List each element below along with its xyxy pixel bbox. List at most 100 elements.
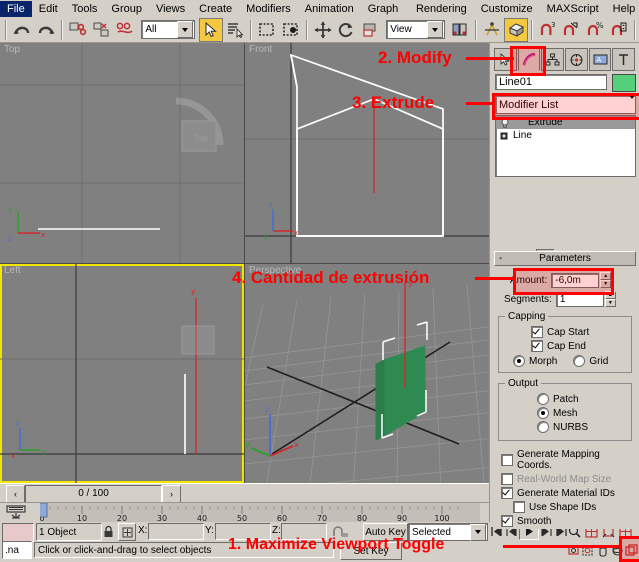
select-by-name-icon[interactable]	[223, 18, 247, 42]
svg-text:A: A	[596, 56, 601, 64]
select-and-scale-icon[interactable]	[358, 18, 382, 42]
patch-radio[interactable]	[537, 393, 549, 405]
stack-item-extrude[interactable]: Extrude	[496, 116, 635, 129]
use-shape-ids-row[interactable]: Use Shape IDs	[501, 501, 636, 513]
segments-spinner[interactable]: ▲ ▼	[605, 291, 616, 307]
undo-icon[interactable]	[10, 18, 34, 42]
cap-end-row[interactable]: Cap End	[505, 340, 625, 352]
menu-item-create[interactable]: Create	[192, 1, 239, 17]
modify-tab[interactable]	[518, 48, 541, 71]
viewport-left[interactable]: Left y z	[0, 264, 244, 483]
modifier-stack[interactable]: Extrude Line	[495, 115, 636, 177]
time-slider-next-button[interactable]: ›	[162, 485, 181, 503]
viewport-perspective[interactable]: Perspective	[245, 264, 489, 483]
main-toolbar: All	[0, 17, 639, 43]
percent-snap-toggle-icon[interactable]: %	[583, 18, 607, 42]
modifier-list-arrow[interactable]	[629, 99, 635, 111]
snaps-toggle-icon[interactable]: 3	[536, 18, 560, 42]
use-shape-ids-checkbox[interactable]	[513, 501, 525, 513]
amount-spinner[interactable]: ▲ ▼	[600, 272, 611, 288]
utilities-tab[interactable]	[612, 48, 635, 71]
transform-type-in-toggle-icon[interactable]	[118, 523, 136, 541]
object-color-swatch[interactable]	[612, 74, 636, 92]
patch-row[interactable]: Patch	[505, 393, 625, 405]
track-bar-open-mini-curve-editor-icon[interactable]	[4, 504, 28, 521]
morph-radio[interactable]	[513, 355, 525, 367]
generate-material-ids-checkbox[interactable]	[501, 487, 513, 499]
select-and-link-icon[interactable]	[66, 18, 90, 42]
menu-item-graph-editors[interactable]: Graph Editors	[361, 1, 409, 17]
menu-item-maxscript[interactable]: MAXScript	[540, 1, 606, 17]
named-selection-sets-icon[interactable]	[504, 18, 528, 42]
amount-input[interactable]: -6,0m	[551, 273, 599, 288]
menu-item-rendering[interactable]: Rendering	[409, 1, 474, 17]
segments-spinner-up[interactable]: ▲	[605, 291, 616, 299]
bind-to-space-warp-icon[interactable]	[114, 18, 138, 42]
segments-spinner-down[interactable]: ▼	[605, 299, 616, 307]
time-slider-prev-button[interactable]: ‹	[6, 485, 25, 503]
menu-item-help[interactable]: Help	[606, 1, 639, 17]
hierarchy-tab[interactable]	[541, 48, 564, 71]
select-and-move-icon[interactable]	[311, 18, 335, 42]
menu-item-edit[interactable]: Edit	[32, 1, 65, 17]
redo-icon[interactable]	[34, 18, 58, 42]
modifier-list-combo[interactable]: Modifier List	[495, 95, 636, 114]
amount-spinner-down[interactable]: ▼	[600, 280, 611, 288]
menu-item-modifiers[interactable]: Modifiers	[239, 1, 298, 17]
rectangular-selection-region-icon[interactable]	[255, 18, 279, 42]
menu-item-group[interactable]: Group	[104, 1, 149, 17]
align-icon[interactable]	[480, 18, 504, 42]
display-tab[interactable]: A	[589, 48, 612, 71]
use-pivot-point-center-icon[interactable]	[448, 18, 472, 42]
command-panel: A Line01 Modifier List	[489, 43, 639, 522]
cap-end-checkbox[interactable]	[531, 340, 543, 352]
object-name-input[interactable]: Line01	[495, 74, 607, 90]
menu-item-tools[interactable]: Tools	[65, 1, 105, 17]
parameters-rollout-header[interactable]: - Parameters	[494, 251, 636, 266]
stack-item-line[interactable]: Line	[496, 129, 635, 142]
viewport-top[interactable]: Top Top	[0, 43, 244, 263]
coord-x-field[interactable]	[148, 523, 204, 540]
select-object-icon[interactable]	[199, 18, 223, 42]
mesh-row[interactable]: Mesh	[505, 407, 625, 419]
maximize-viewport-toggle-icon[interactable]	[624, 542, 639, 559]
mesh-label: Mesh	[553, 408, 577, 419]
svg-text:z: z	[269, 201, 273, 209]
smooth-row[interactable]: Smooth	[501, 515, 636, 527]
cap-start-checkbox[interactable]	[531, 326, 543, 338]
coordinate-system-arrow[interactable]	[427, 21, 443, 38]
menu-item-file[interactable]: File	[0, 1, 32, 17]
nurbs-row[interactable]: NURBS	[505, 421, 625, 433]
angle-snap-toggle-icon[interactable]	[559, 18, 583, 42]
nurbs-radio[interactable]	[537, 421, 549, 433]
menu-item-views[interactable]: Views	[149, 1, 192, 17]
max-script-listener-mini[interactable]	[2, 523, 34, 542]
selection-filter-combo[interactable]: All	[141, 20, 195, 39]
generate-mapping-coords-checkbox[interactable]	[501, 454, 513, 466]
segments-input[interactable]: 1	[556, 292, 604, 307]
generate-material-ids-row[interactable]: Generate Material IDs	[501, 487, 636, 499]
menu-item-customize[interactable]: Customize	[474, 1, 540, 17]
menu-item-animation[interactable]: Animation	[298, 1, 361, 17]
motion-tab[interactable]	[565, 48, 588, 71]
generate-mapping-coords-row[interactable]: Generate Mapping Coords.	[501, 449, 636, 471]
coordinate-system-combo[interactable]: View	[386, 20, 445, 39]
unlink-selection-icon[interactable]	[90, 18, 114, 42]
amount-spinner-up[interactable]: ▲	[600, 272, 611, 280]
mesh-radio[interactable]	[537, 407, 549, 419]
key-filters-arrow[interactable]	[470, 524, 486, 541]
cap-start-row[interactable]: Cap Start	[505, 326, 625, 338]
time-slider-field[interactable]: 0 / 100	[25, 485, 162, 503]
parameters-collapse-icon[interactable]: -	[499, 253, 502, 264]
spinner-snap-toggle-icon[interactable]	[607, 18, 631, 42]
grid-radio[interactable]	[573, 355, 585, 367]
viewport-front[interactable]: Front z	[245, 43, 489, 263]
expand-icon[interactable]	[498, 132, 510, 140]
selection-filter-arrow[interactable]	[177, 21, 193, 38]
track-bar[interactable]: 0 10 20 30 40 50 60 70 80 90 100	[0, 502, 489, 523]
select-and-rotate-icon[interactable]	[334, 18, 358, 42]
window-crossing-icon[interactable]	[279, 18, 303, 42]
selection-lock-toggle-icon[interactable]	[100, 523, 116, 539]
lightbulb-icon[interactable]	[498, 118, 512, 128]
smooth-checkbox[interactable]	[501, 515, 513, 527]
